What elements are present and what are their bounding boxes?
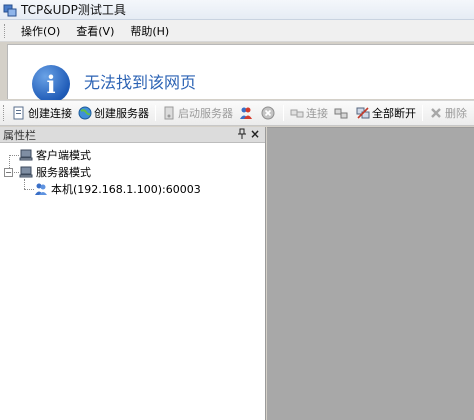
- toolbar-grip: [3, 105, 6, 121]
- disconnect-button[interactable]: [331, 102, 353, 124]
- tree-view: 客户端模式 − 服务器模式 本机(192.168.1.100):60003: [0, 143, 265, 196]
- users-red-icon: [239, 106, 253, 120]
- tree-item-server-mode[interactable]: − 服务器模式: [4, 164, 91, 180]
- globe-icon: [78, 106, 92, 120]
- menu-operation[interactable]: 操作(O): [13, 21, 68, 41]
- connect-button[interactable]: 连接: [287, 102, 331, 124]
- pin-icon[interactable]: [237, 128, 247, 143]
- window-title: TCP&UDP测试工具: [21, 3, 126, 17]
- toolbar-separator: [422, 105, 423, 121]
- disconnect-all-icon: [356, 106, 370, 120]
- disconnect-all-button[interactable]: 全部断开: [353, 102, 419, 124]
- tree-item-local-server[interactable]: 本机(192.168.1.100):60003: [34, 181, 201, 197]
- info-icon: i: [32, 65, 70, 103]
- create-server-button[interactable]: 创建服务器: [75, 102, 152, 124]
- server-icon: [19, 165, 33, 179]
- menu-bar: 操作(O) 查看(V) 帮助(H): [0, 20, 474, 42]
- content-area: [267, 127, 474, 420]
- tree-item-client-mode[interactable]: 客户端模式: [19, 147, 91, 163]
- panel-header: 属性栏 ×: [0, 127, 265, 143]
- close-icon[interactable]: ×: [250, 127, 260, 141]
- start-server-button[interactable]: 启动服务器: [159, 102, 236, 124]
- collapse-toggle[interactable]: −: [4, 167, 13, 177]
- local-server-label: 本机(192.168.1.100):60003: [51, 183, 201, 196]
- server-mode-label: 服务器模式: [36, 166, 91, 179]
- stop-server-button[interactable]: [236, 102, 258, 124]
- error-message: 无法找到该网页: [84, 73, 197, 92]
- connect-label: 连接: [306, 107, 328, 120]
- computer-icon: [19, 148, 33, 162]
- delete-button[interactable]: 删除: [426, 102, 470, 124]
- tree-connector: [24, 179, 25, 189]
- close-circle-icon: [261, 106, 275, 120]
- create-server-label: 创建服务器: [94, 107, 149, 120]
- toolbar: 创建连接 创建服务器 启动服务器 连接 全部断开 删除: [0, 100, 474, 126]
- client-mode-label: 客户端模式: [36, 149, 91, 162]
- tree-connector: [9, 155, 19, 156]
- panel-title: 属性栏: [3, 128, 36, 142]
- create-connection-button[interactable]: 创建连接: [9, 102, 75, 124]
- start-server-label: 启动服务器: [178, 107, 233, 120]
- menu-grip: [4, 23, 7, 38]
- delete-icon: [429, 106, 443, 120]
- start-server-icon: [162, 106, 176, 120]
- toolbar-separator: [155, 105, 156, 121]
- toolbar-separator: [283, 105, 284, 121]
- users-icon: [34, 182, 48, 196]
- title-bar: TCP&UDP测试工具: [0, 0, 474, 20]
- menu-help[interactable]: 帮助(H): [122, 21, 177, 41]
- connect-icon: [290, 106, 304, 120]
- app-icon: [3, 3, 17, 17]
- new-connection-icon: [12, 106, 26, 120]
- delete-label: 删除: [445, 107, 467, 120]
- close-server-button[interactable]: [258, 102, 280, 124]
- property-panel: 属性栏 × 客户端模式 − 服务器模式 本机(192.168.1.100):60…: [0, 127, 266, 420]
- disconnect-icon: [334, 106, 348, 120]
- disconnect-all-label: 全部断开: [372, 107, 416, 120]
- create-connection-label: 创建连接: [28, 107, 72, 120]
- menu-view[interactable]: 查看(V): [68, 21, 122, 41]
- tree-connector: [24, 189, 34, 190]
- webview-panel: i 无法找到该网页: [7, 44, 474, 103]
